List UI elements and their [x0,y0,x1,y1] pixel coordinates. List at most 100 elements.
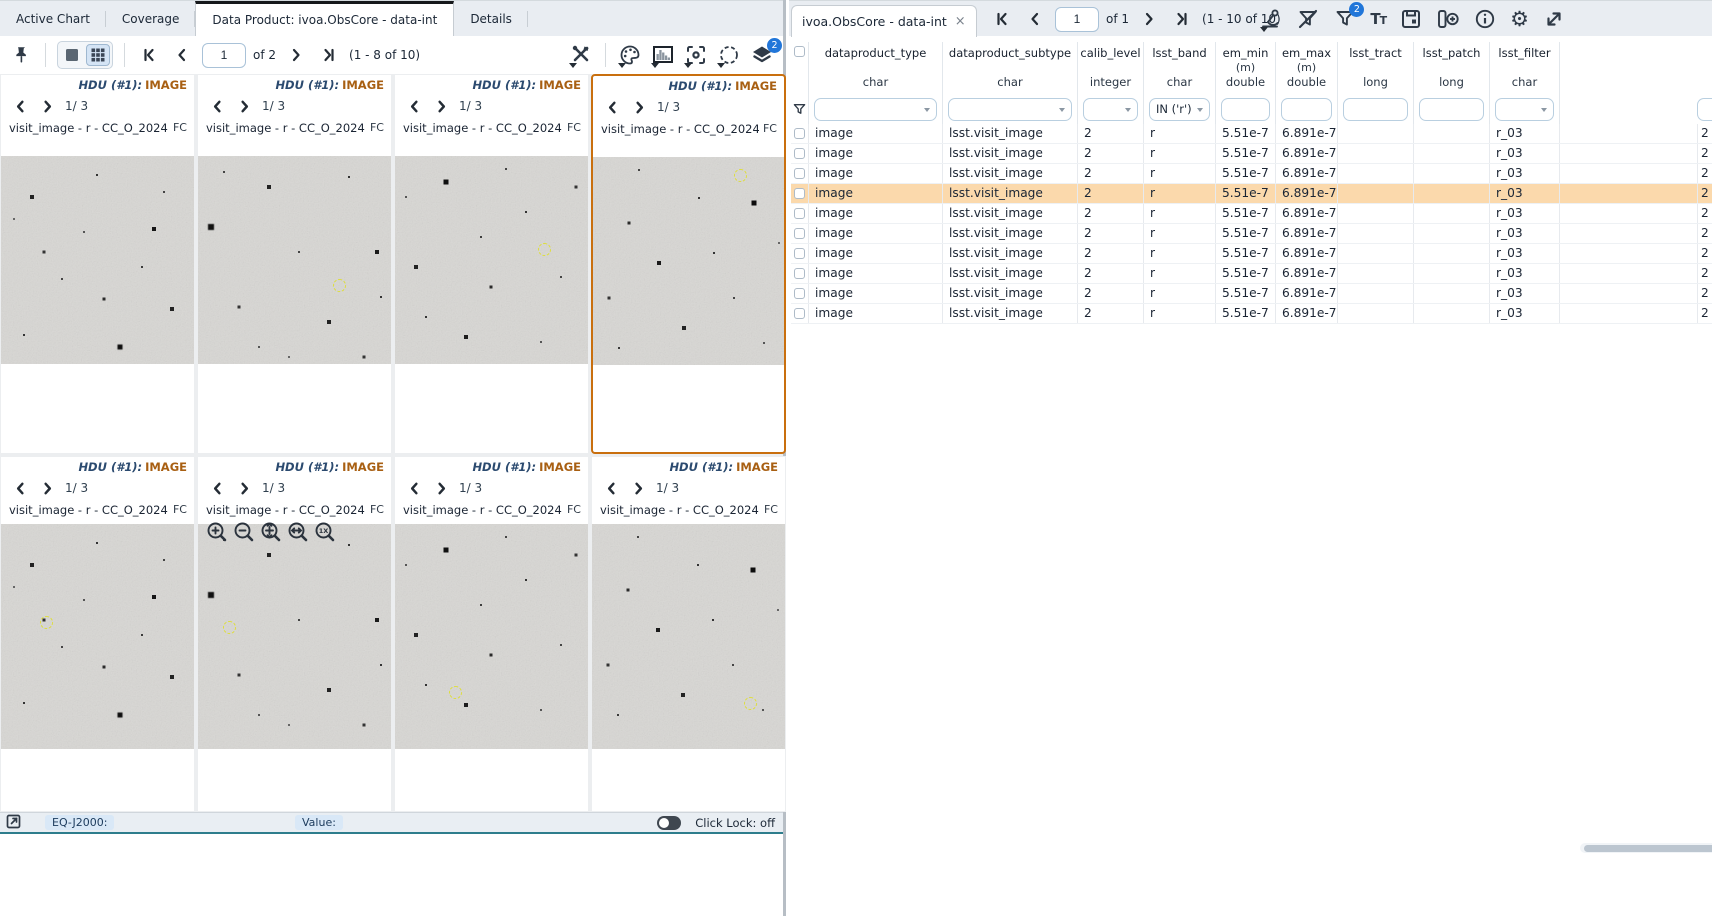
tools-icon[interactable] [568,42,594,68]
chevron-down-icon[interactable] [1125,108,1131,112]
table-row[interactable]: imagelsst.visit_image2r5.51e-76.891e-7r_… [791,124,1712,144]
next-page-icon[interactable] [283,42,309,68]
info-icon[interactable] [1473,6,1497,32]
row-checkbox[interactable] [794,208,805,219]
row-checkbox[interactable] [794,128,805,139]
prev-frame-icon[interactable] [405,97,423,115]
fc-label[interactable]: FC [563,503,581,516]
save-icon[interactable] [1399,6,1423,32]
filter-off-icon[interactable] [1296,6,1320,32]
fits-image[interactable] [198,156,391,364]
histogram-icon[interactable] [650,42,676,68]
zoom-1x-icon[interactable]: 1X [314,521,336,543]
image-cell[interactable]: HDU (#1):IMAGE1/ 3visit_image - r - CC_O… [394,456,589,812]
catalog-marker[interactable] [223,621,236,634]
next-frame-icon[interactable] [235,97,253,115]
fits-image[interactable] [593,157,784,365]
table-row[interactable]: imagelsst.visit_image2r5.51e-76.891e-7r_… [791,144,1712,164]
fc-label[interactable]: FC [169,121,187,134]
row-checkbox[interactable] [794,308,805,319]
text-options-icon[interactable]: TT [1370,10,1386,28]
chevron-down-icon[interactable] [924,108,930,112]
microscope-icon[interactable] [1259,6,1283,32]
column-header-lsst_tract[interactable]: lsst_tractlong [1338,42,1414,94]
fits-image[interactable] [395,524,588,749]
row-checkbox[interactable] [794,168,805,179]
next-frame-icon[interactable] [629,479,647,497]
filter-input-em_max[interactable] [1281,98,1332,121]
zoom-fill-icon[interactable] [287,521,309,543]
fits-image[interactable] [198,524,391,749]
row-checkbox[interactable] [794,228,805,239]
filter-input-em_min[interactable] [1221,98,1270,121]
row-checkbox[interactable] [794,268,805,279]
column-header-dataproduct_subtype[interactable]: dataproduct_subtypechar [943,42,1078,94]
column-header-lsst_patch[interactable]: lsst_patchlong [1414,42,1490,94]
pin-icon[interactable] [8,42,34,68]
tab-details[interactable]: Details [454,1,528,36]
next-frame-icon[interactable] [38,97,56,115]
prev-frame-icon[interactable] [405,479,423,497]
palette-icon[interactable] [617,42,643,68]
prev-frame-icon[interactable] [208,479,226,497]
add-column-icon[interactable] [1436,6,1460,32]
expand-icon[interactable] [1542,6,1566,32]
catalog-marker[interactable] [40,616,53,629]
image-cell[interactable]: HDU (#1):IMAGE1/ 3visit_image - r - CC_O… [394,74,589,454]
last-page-icon[interactable] [316,42,342,68]
image-cell[interactable]: HDU (#1):IMAGE1/ 3visit_image - r - CC_O… [591,74,786,454]
fc-label[interactable]: FC [366,503,384,516]
prev-frame-icon[interactable] [11,97,29,115]
fc-label[interactable]: FC [759,122,777,135]
zoom-out-icon[interactable] [233,521,255,543]
chevron-down-icon[interactable] [1197,108,1203,112]
fits-image[interactable] [1,156,194,364]
page-number-input[interactable] [202,43,246,68]
filter-input-calib_level[interactable] [1083,98,1138,121]
image-cell[interactable]: HDU (#1):IMAGE1/ 3visit_image - r - CC_O… [197,456,392,812]
table-row[interactable]: imagelsst.visit_image2r5.51e-76.891e-7r_… [791,264,1712,284]
row-checkbox[interactable] [794,248,805,259]
row-checkbox[interactable] [794,188,805,199]
filter-input-dataproduct_type[interactable] [814,98,937,121]
filter-input-lsst_tract[interactable] [1343,98,1408,121]
clipped-filter-input[interactable] [1697,98,1712,121]
chevron-down-icon[interactable] [1541,108,1547,112]
next-frame-icon[interactable] [630,98,648,116]
close-icon[interactable]: × [955,14,966,29]
next-frame-icon[interactable] [38,479,56,497]
filter-input-dataproduct_subtype[interactable] [948,98,1072,121]
column-header-em_max[interactable]: em_max(m)double [1276,42,1338,94]
select-region-icon[interactable] [716,42,742,68]
filter-input-lsst_patch[interactable] [1419,98,1484,121]
table-row[interactable]: imagelsst.visit_image2r5.51e-76.891e-7r_… [791,184,1712,204]
table-title-tab[interactable]: ivoa.ObsCore - data-int × [791,5,977,37]
table-row[interactable]: imagelsst.visit_image2r5.51e-76.891e-7r_… [791,304,1712,324]
table-row[interactable]: imagelsst.visit_image2r5.51e-76.891e-7r_… [791,164,1712,184]
grid-view-icon[interactable] [86,44,110,66]
tab-data-product-ivoa-obscore-data-int[interactable]: Data Product: ivoa.ObsCore - data-int [195,1,454,36]
prev-frame-icon[interactable] [208,97,226,115]
tab-coverage[interactable]: Coverage [106,1,196,36]
table-row[interactable]: imagelsst.visit_image2r5.51e-76.891e-7r_… [791,224,1712,244]
catalog-marker[interactable] [449,686,462,699]
column-header-lsst_band[interactable]: lsst_bandchar [1144,42,1216,94]
filter-input-lsst_filter[interactable] [1495,98,1554,121]
row-checkbox[interactable] [794,288,805,299]
zoom-in-icon[interactable] [206,521,228,543]
filter-icon[interactable]: 2 [1333,6,1357,32]
column-header-dataproduct_type[interactable]: dataproduct_typechar [809,42,943,94]
next-frame-icon[interactable] [235,479,253,497]
scrollbar-thumb[interactable] [1584,845,1712,852]
gear-icon[interactable]: ⚙ [1510,9,1529,30]
image-cell[interactable]: HDU (#1):IMAGE1/ 3visit_image - r - CC_O… [0,456,195,812]
last-page-icon[interactable] [1169,6,1195,32]
column-header-calib_level[interactable]: calib_levelinteger [1078,42,1144,94]
tab-active-chart[interactable]: Active Chart [0,1,106,36]
column-header-em_min[interactable]: em_min(m)double [1216,42,1276,94]
prev-frame-icon[interactable] [602,479,620,497]
fc-label[interactable]: FC [366,121,384,134]
single-view-icon[interactable] [60,44,84,66]
prev-frame-icon[interactable] [11,479,29,497]
image-cell[interactable]: HDU (#1):IMAGE1/ 3visit_image - r - CC_O… [0,74,195,454]
